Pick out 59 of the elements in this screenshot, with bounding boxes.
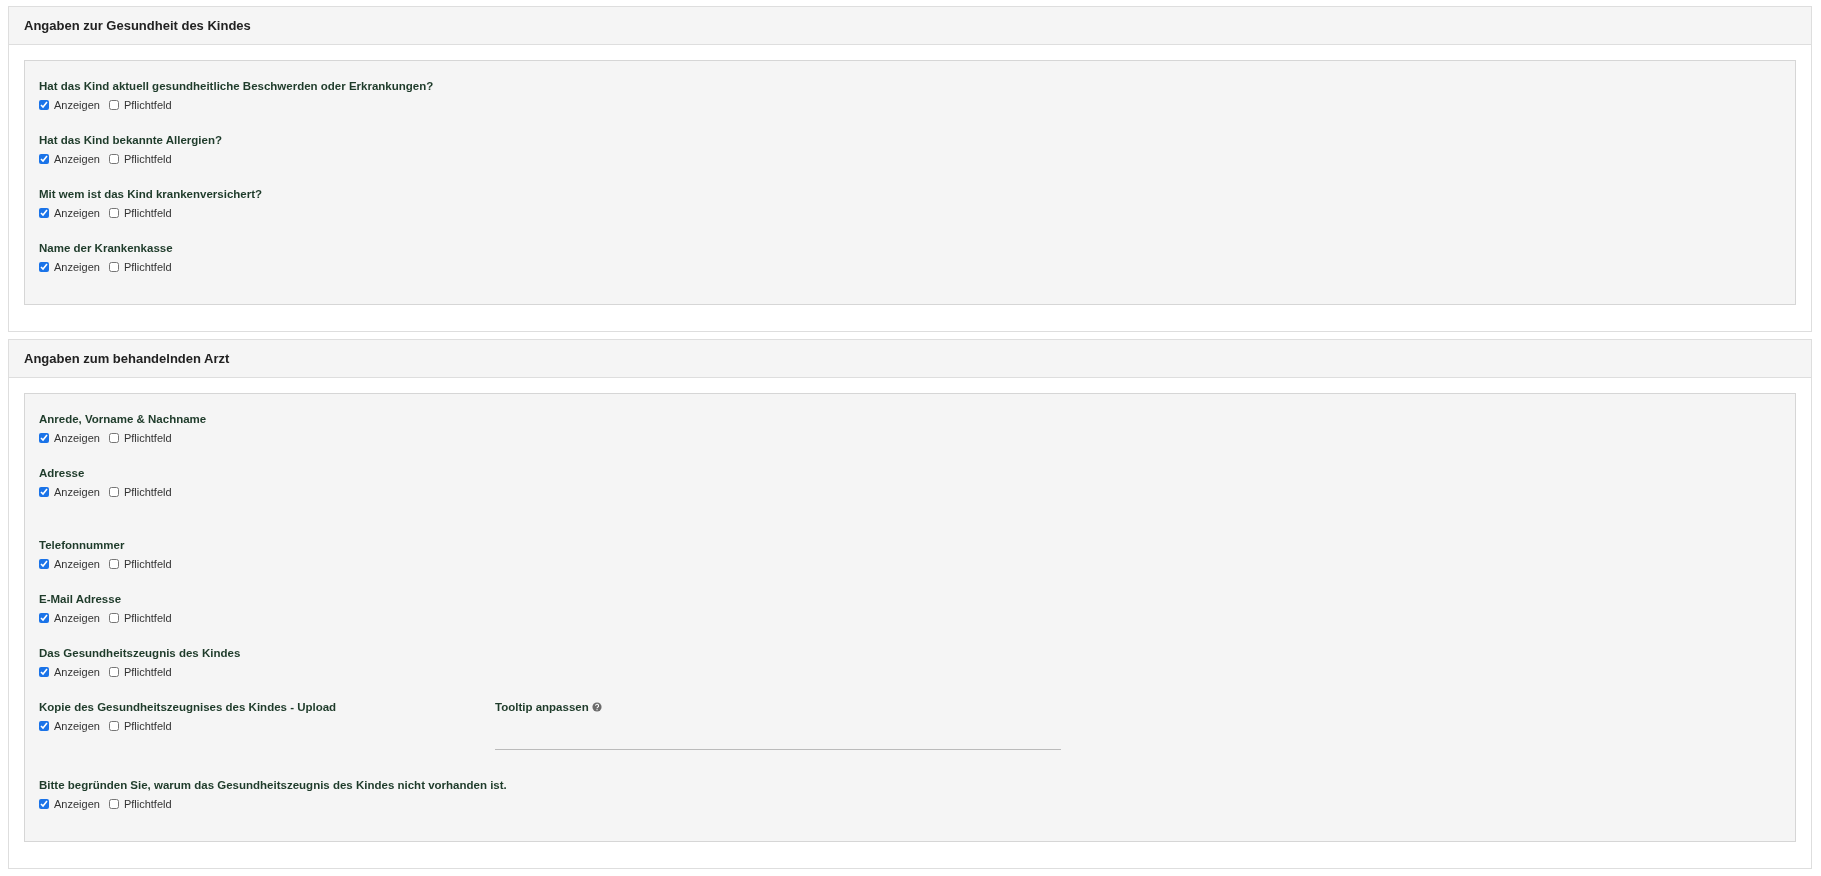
panel-title: Angaben zum behandelnden Arzt [24,351,230,366]
checkbox-label[interactable]: Anzeigen [54,261,100,273]
checkbox-label[interactable]: Pflichtfeld [123,432,172,444]
checkbox[interactable] [39,208,49,218]
checkbox[interactable] [39,667,49,677]
checkbox[interactable] [39,613,49,623]
checkbox-label[interactable]: Pflichtfeld [123,558,172,570]
checkbox-label[interactable]: Anzeigen [54,153,100,165]
checkbox-label[interactable]: Pflichtfeld [123,720,172,732]
field-label: Tooltip anpassen [495,700,589,715]
checkbox[interactable] [39,799,49,809]
field-label: Das Gesundheitszeugnis des Kindes [39,646,241,661]
field-label: Mit wem ist das Kind krankenversichert? [39,187,263,202]
checkbox-label[interactable]: Pflichtfeld [123,666,172,678]
checkbox-label[interactable]: Pflichtfeld [123,99,172,111]
checkbox[interactable] [108,487,119,497]
field-label: Anrede, Vorname & Nachname [39,412,207,427]
checkbox-label[interactable]: Anzeigen [54,720,100,732]
checkbox-label[interactable]: Pflichtfeld [123,798,172,810]
checkbox[interactable] [39,433,49,443]
checkbox-label[interactable]: Anzeigen [54,558,100,570]
checkbox[interactable] [108,208,119,218]
checkbox[interactable] [39,721,49,731]
checkbox-label[interactable]: Anzeigen [54,99,100,111]
checkbox[interactable] [108,100,119,110]
checkbox[interactable] [108,613,119,623]
checkbox[interactable] [108,433,119,443]
checkbox[interactable] [108,262,119,272]
field-label: Adresse [39,466,85,481]
checkbox-label[interactable]: Anzeigen [54,432,100,444]
checkbox-label[interactable]: Anzeigen [54,798,100,810]
checkbox-label[interactable]: Pflichtfeld [123,261,172,273]
checkbox-label[interactable]: Pflichtfeld [123,612,172,624]
checkbox-label[interactable]: Pflichtfeld [123,153,172,165]
checkbox-label[interactable]: Anzeigen [54,612,100,624]
checkbox[interactable] [108,799,119,809]
field-label: E-Mail Adresse [39,592,122,607]
checkbox-label[interactable]: Anzeigen [54,207,100,219]
checkbox[interactable] [108,667,119,677]
checkbox-label[interactable]: Anzeigen [54,666,100,678]
checkbox-label[interactable]: Pflichtfeld [123,207,172,219]
field-label: Hat das Kind bekannte Allergien? [39,133,222,148]
checkbox[interactable] [39,559,49,569]
field-label: Bitte begründen Sie, warum das Gesundheitszeugnis des Kindes nicht vorhanden ist. [39,778,507,793]
checkbox[interactable] [108,721,119,731]
field-label: Hat das Kind aktuell gesundheitliche Beschwerden oder Erkrankungen? [39,79,434,94]
field-label: Name der Krankenkasse [39,241,173,256]
checkbox[interactable] [39,154,49,164]
help-icon[interactable] [591,702,602,712]
field-label: Kopie des Gesundheitszeugnises des Kindes - Upload [39,700,337,715]
checkbox[interactable] [39,487,49,497]
checkbox-label[interactable]: Pflichtfeld [123,486,172,498]
checkbox[interactable] [108,154,119,164]
checkbox[interactable] [108,559,119,569]
checkbox-label[interactable]: Anzeigen [54,486,100,498]
checkbox[interactable] [39,100,49,110]
panel-title: Angaben zur Gesundheit des Kindes [24,18,251,33]
field-label: Telefonnummer [39,538,125,553]
checkbox[interactable] [39,262,49,272]
